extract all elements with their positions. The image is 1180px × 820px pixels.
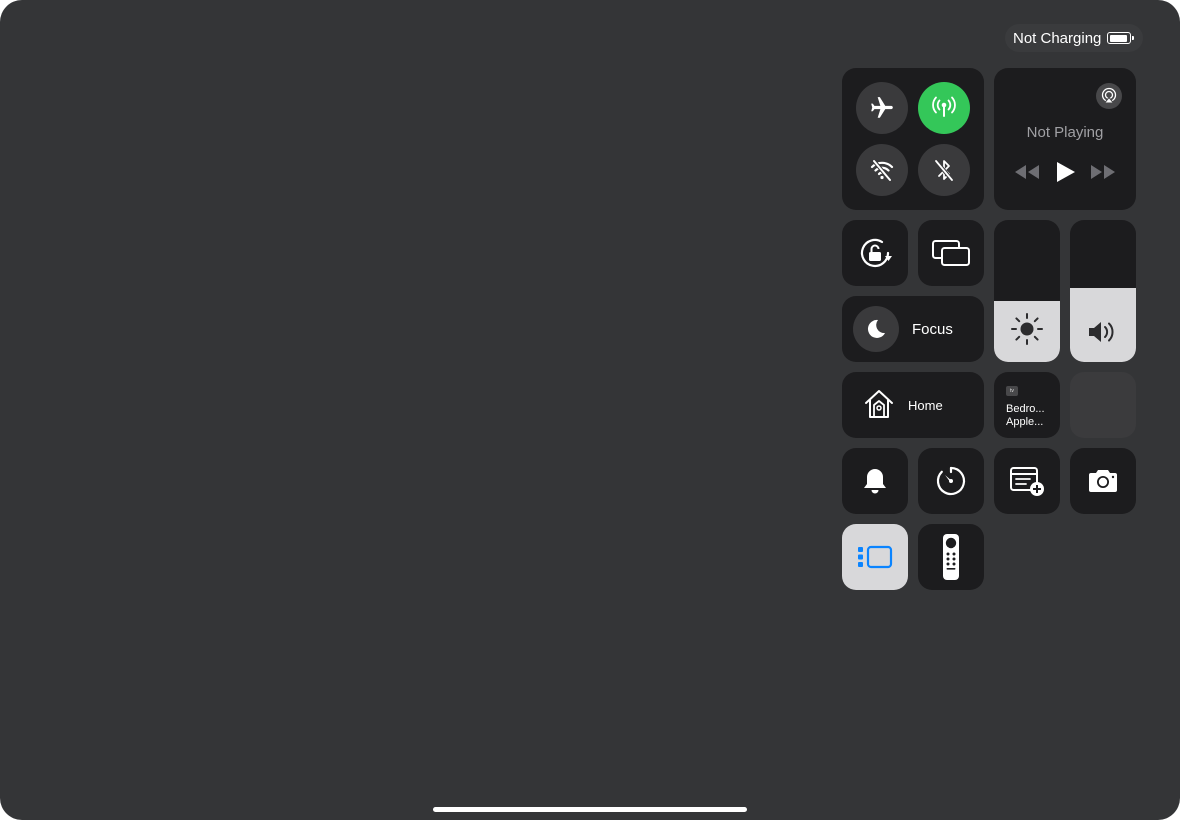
control-center-screen: Not Charging Not Playing Focus Home tv B… [0,0,1180,820]
focus-button[interactable]: Focus [842,296,984,362]
airplane-mode-toggle[interactable] [856,82,908,134]
airplay-button[interactable] [1096,83,1122,109]
screen-mirroring-icon [932,240,970,266]
apple-tv-button[interactable]: tv Bedro... Apple... [994,372,1060,438]
silent-mode-button[interactable] [842,448,908,514]
apple-tv-device-label: Apple... [1006,416,1044,428]
camera-icon [1089,470,1117,492]
camera-button[interactable] [1070,448,1136,514]
rewind-icon[interactable] [1014,164,1040,180]
apple-tv-remote-button[interactable] [918,524,984,590]
screen-mirroring-button[interactable] [918,220,984,286]
airplane-icon [871,97,893,118]
focus-label: Focus [912,320,953,338]
apple-tv-badge: tv [1006,386,1018,396]
cellular-antenna-icon [932,96,956,117]
quick-note-button[interactable] [994,448,1060,514]
cellular-data-toggle[interactable] [918,82,970,134]
stage-manager-icon [858,545,893,569]
bluetooth-off-icon [934,159,954,182]
apple-tv-room-label: Bedro... [1006,403,1045,415]
connectivity-module[interactable] [842,68,984,210]
home-label: Home [908,397,943,413]
bluetooth-toggle[interactable] [918,144,970,196]
airplay-icon [1101,87,1117,104]
timer-icon [936,466,966,496]
focus-moon-circle [853,306,899,352]
home-indicator[interactable] [433,807,747,812]
play-icon[interactable] [1054,160,1076,184]
battery-status-label: Not Charging [1013,29,1102,47]
volume-slider[interactable] [1070,220,1136,362]
battery-level-fill [1109,34,1127,42]
now-playing-title: Not Playing [1026,124,1104,141]
brightness-slider[interactable] [994,220,1060,362]
apple-tv-remote-icon [943,534,959,580]
media-transport-controls [994,160,1136,184]
status-bar: Not Charging [1005,24,1143,52]
rotation-lock-button[interactable] [842,220,908,286]
stage-manager-button[interactable] [842,524,908,590]
moon-icon [867,319,885,338]
home-icon [865,390,893,418]
quick-note-icon [1010,467,1044,496]
battery-icon [1107,32,1135,44]
speaker-icon [1089,322,1114,342]
now-playing-module[interactable]: Not Playing [994,68,1136,210]
sun-icon [1011,313,1043,345]
fast-forward-icon[interactable] [1090,164,1116,180]
timer-button[interactable] [918,448,984,514]
wifi-off-icon [870,159,894,182]
empty-slot [1070,372,1136,438]
wifi-toggle[interactable] [856,144,908,196]
home-button[interactable]: Home [842,372,984,438]
rotation-lock-icon [860,238,892,268]
bell-icon [864,469,886,494]
